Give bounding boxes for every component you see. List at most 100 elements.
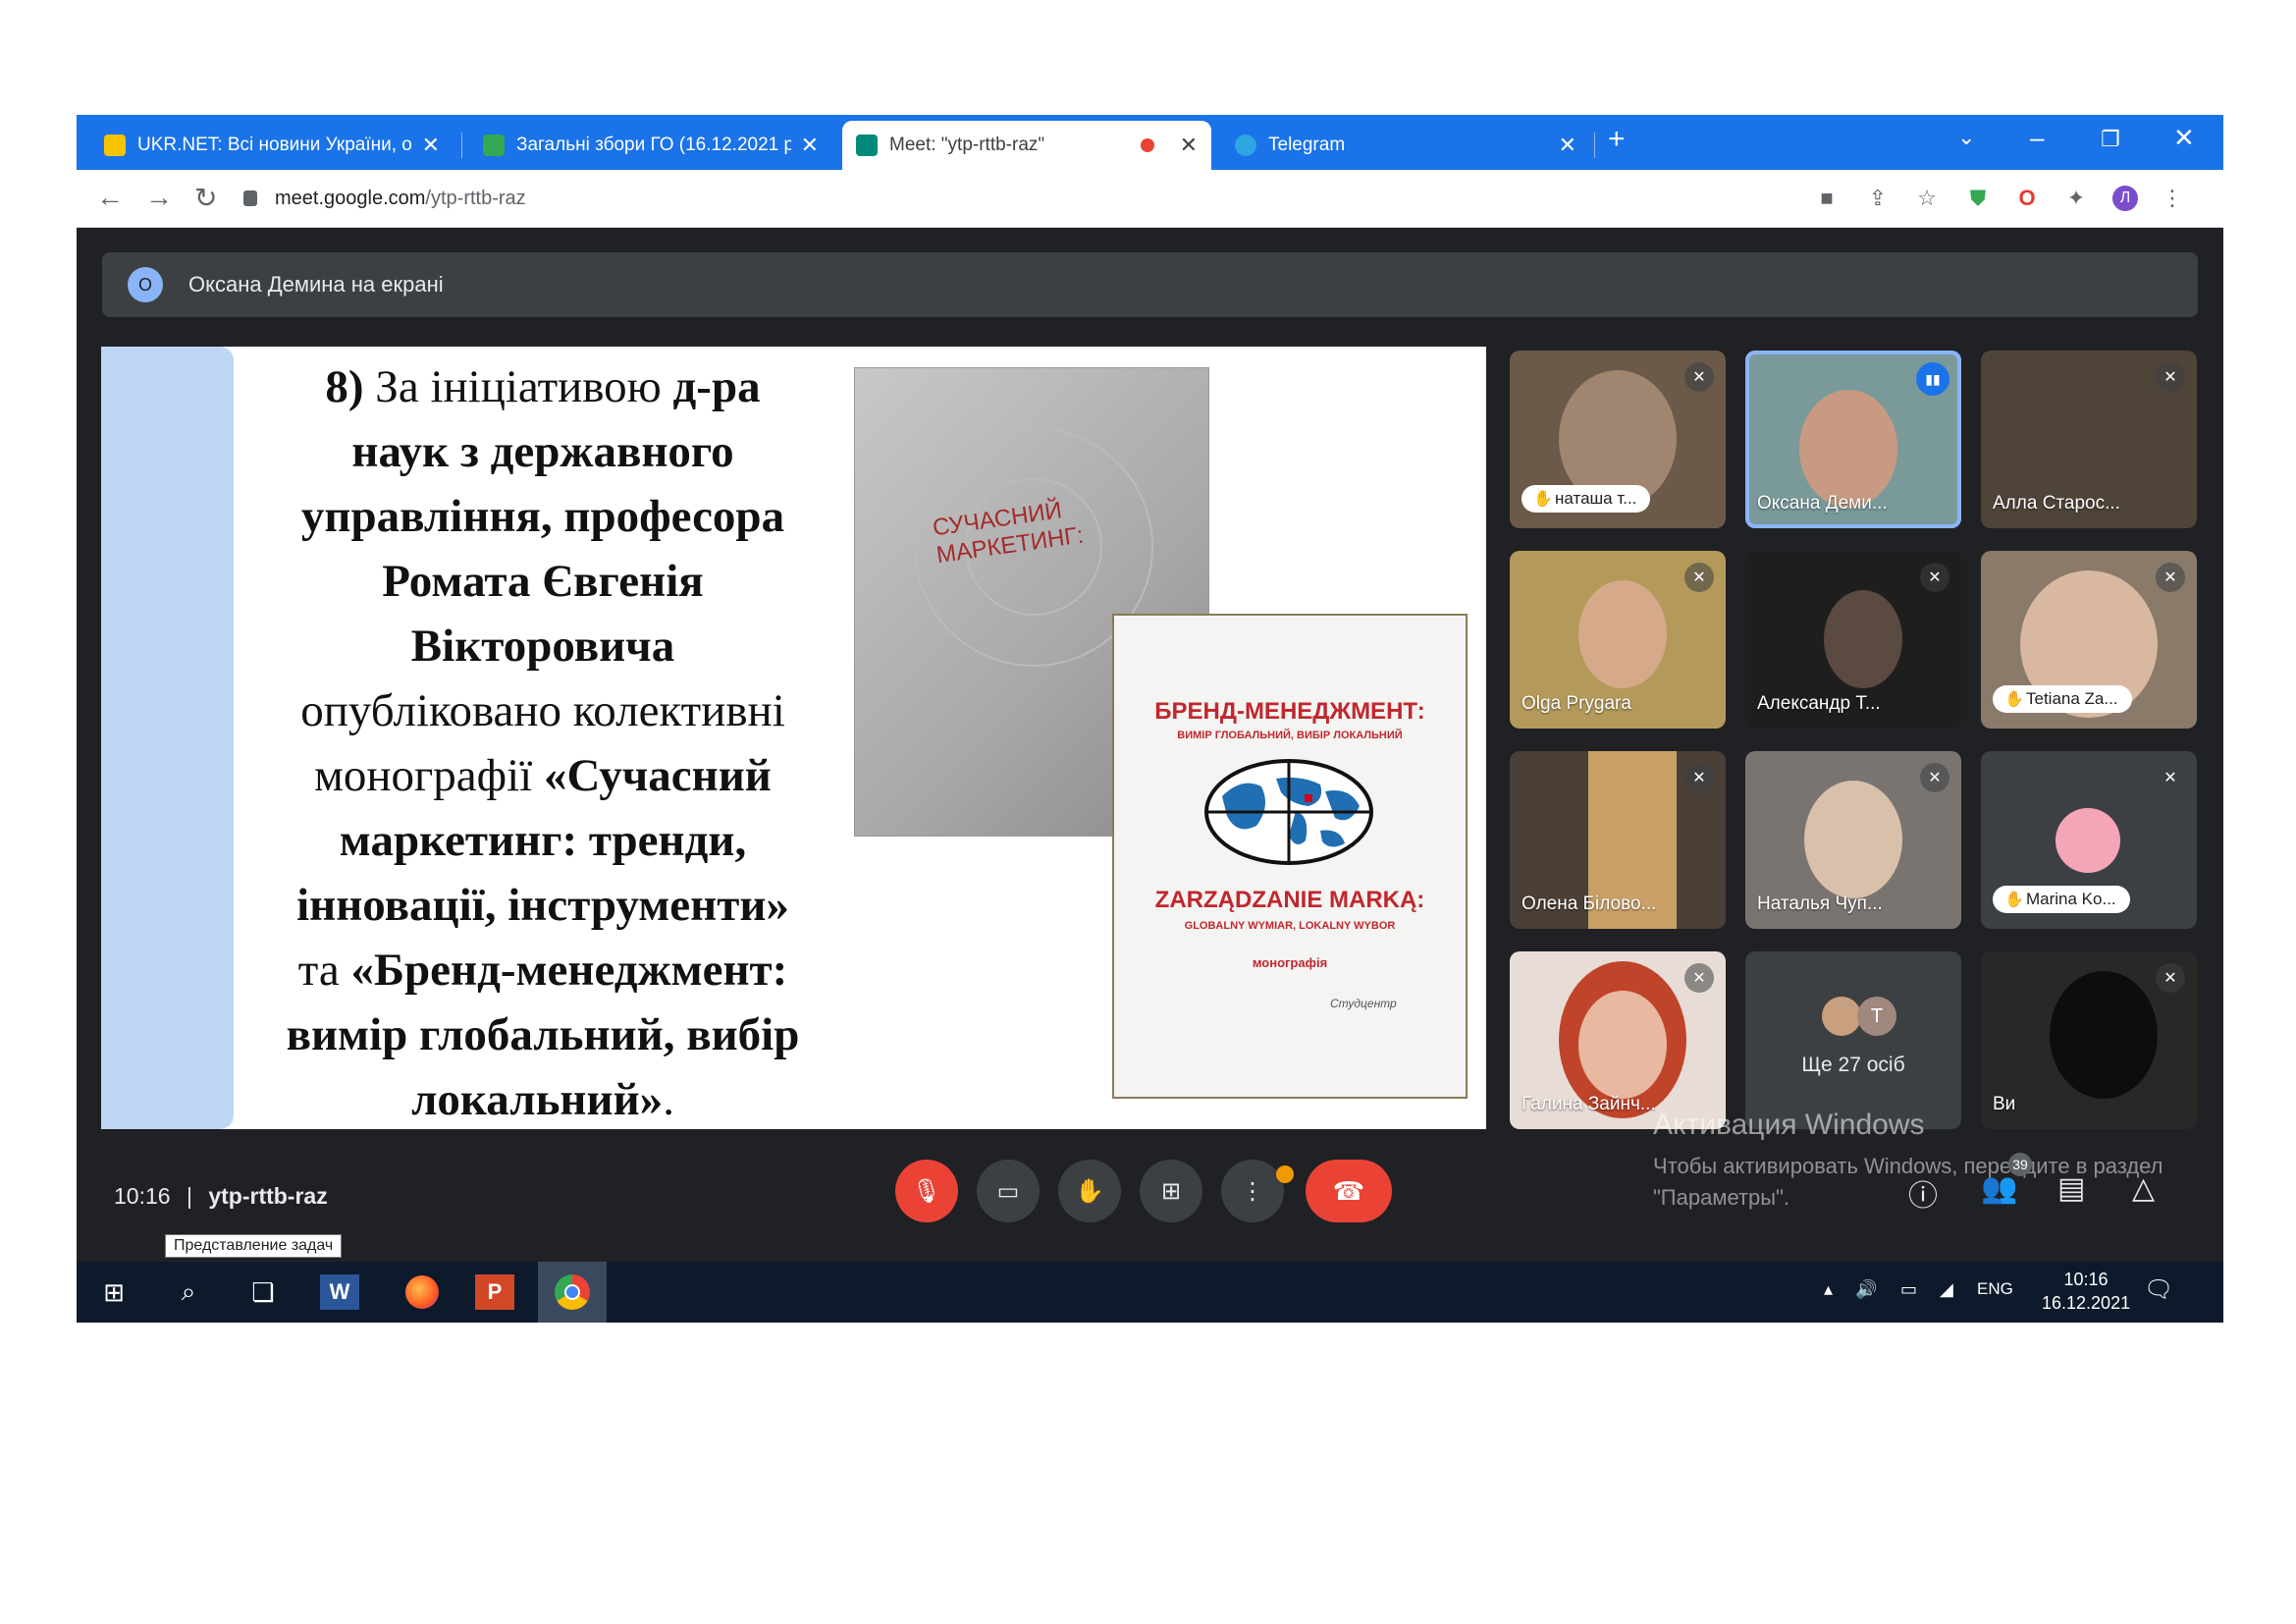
slide-text-line: 8) За ініціативою д-ра — [325, 361, 761, 412]
recording-dot-icon — [1140, 138, 1154, 152]
notifications-icon[interactable]: 🗨 — [2144, 1275, 2173, 1304]
close-tab-icon[interactable]: ✕ — [1180, 133, 1198, 158]
hang-up-icon: ☎ — [1332, 1175, 1365, 1206]
mic-off-icon: 🎙 — [911, 1177, 942, 1205]
avatar — [2056, 808, 2120, 873]
speaking-indicator-icon: ▮▮ — [1916, 362, 1949, 396]
menu-dots-icon[interactable]: ⋮ — [2160, 186, 2185, 211]
show-hidden-icons-icon[interactable]: ▴ — [1824, 1279, 1833, 1300]
camera-toggle-button[interactable]: ▭ — [977, 1160, 1040, 1222]
slide-text-line: наук з державного — [351, 426, 734, 477]
participant-tile[interactable]: ✕ Олена Білово... — [1510, 751, 1726, 929]
slide-text-line: монографії «Сучасний — [314, 750, 772, 801]
more-options-button[interactable]: ⋮ — [1221, 1160, 1284, 1222]
opera-extension-icon[interactable]: O — [2014, 186, 2040, 211]
raised-hand-icon: ✋ — [2004, 691, 2024, 708]
task-view-icon[interactable]: ❏ — [241, 1272, 285, 1313]
reload-icon[interactable]: ↻ — [194, 182, 217, 214]
participant-tile[interactable]: ✕ ✋ Marina Ko... — [1981, 751, 2197, 929]
ukrnet-favicon-icon — [104, 135, 126, 156]
slide-text-line: інновації, інструменти» — [296, 880, 789, 931]
participant-tile[interactable]: ✕ Александр Т... — [1745, 551, 1961, 729]
windows-start-icon[interactable]: ⊞ — [92, 1272, 135, 1313]
taskbar-clock[interactable]: 10:16 16.12.2021 — [2042, 1268, 2130, 1315]
slide-text-line: опубліковано колективні — [300, 685, 785, 736]
presenter-avatar: О — [128, 267, 163, 302]
forward-arrow-icon[interactable]: → — [145, 182, 173, 213]
restore-icon[interactable]: ❐ — [2101, 127, 2120, 152]
slides-favicon-icon — [483, 135, 505, 156]
profile-avatar[interactable]: Л — [2112, 186, 2138, 211]
tab-meet[interactable]: Meet: "ytp-rttb-raz" ✕ — [842, 121, 1211, 170]
language-indicator[interactable]: ENG — [1977, 1279, 2013, 1299]
raised-hand-icon: ✋ — [2004, 892, 2024, 908]
extensions-puzzle-icon[interactable]: ✦ — [2063, 186, 2089, 211]
participant-tile[interactable]: ✕ Галина Зайнч... — [1510, 951, 1726, 1129]
back-arrow-icon[interactable]: ← — [96, 182, 124, 213]
people-count-badge: 39 — [2008, 1153, 2032, 1176]
presentation-banner: О Оксана Демина на екрані — [102, 252, 2198, 317]
share-icon[interactable]: ⇪ — [1865, 186, 1891, 211]
participant-tile[interactable]: ✕ ✋ наташа т... — [1510, 351, 1726, 528]
participant-tile[interactable]: ✕ ✋ Tetiana Za... — [1981, 551, 2197, 729]
slide-text-line: вимір глобальний, вибір — [286, 1009, 800, 1060]
muted-mic-icon: ✕ — [1684, 963, 1714, 993]
minimize-icon[interactable]: – — [2030, 123, 2044, 153]
globe-logo-icon — [1204, 759, 1373, 865]
raise-hand-button[interactable]: ✋ — [1058, 1160, 1121, 1222]
bookmark-star-icon[interactable]: ☆ — [1914, 186, 1940, 211]
new-tab-button[interactable]: + — [1608, 123, 1626, 156]
close-tab-icon[interactable]: ✕ — [801, 133, 819, 158]
tab-search-chevron-icon[interactable]: ⌄ — [1957, 125, 1975, 150]
slide-text-line: локальний». — [411, 1074, 674, 1125]
camera-in-use-icon[interactable]: ■ — [1814, 186, 1840, 211]
mic-toggle-button[interactable]: 🎙 — [895, 1160, 958, 1222]
close-tab-icon[interactable]: ✕ — [1559, 133, 1576, 158]
leave-call-button[interactable]: ☎ — [1306, 1160, 1392, 1222]
firefox-icon[interactable] — [400, 1272, 444, 1313]
volume-icon[interactable]: 🔊 — [1855, 1279, 1877, 1300]
tab-telegram[interactable]: Telegram ✕ — [1221, 121, 1590, 170]
muted-mic-icon: ✕ — [1920, 563, 1949, 592]
meeting-details: 10:16 | ytp-rttb-raz — [114, 1183, 328, 1209]
avatar: Т — [1857, 997, 1896, 1036]
shield-extension-icon[interactable]: ⛊ — [1965, 186, 1991, 211]
tab-ukrnet[interactable]: UKR.NET: Всі новини України, о ✕ — [90, 121, 454, 170]
chat-icon[interactable]: ▤ — [2057, 1171, 2085, 1206]
participant-tile[interactable]: ✕ Наталья Чуп... — [1745, 751, 1961, 929]
avatar — [1822, 997, 1861, 1036]
battery-icon[interactable]: ▭ — [1900, 1279, 1917, 1300]
participant-tile[interactable]: ✕ Алла Старос... — [1981, 351, 2197, 528]
slide-text-line: маркетинг: тренди, — [339, 815, 747, 866]
search-icon[interactable]: ⌕ — [167, 1272, 210, 1313]
present-screen-icon: ⊞ — [1160, 1177, 1182, 1205]
muted-mic-icon: ✕ — [2156, 963, 2185, 993]
windows-activation-title: Активация Windows — [1653, 1109, 1925, 1141]
present-button[interactable]: ⊞ — [1140, 1160, 1202, 1222]
network-icon[interactable]: ◢ — [1940, 1279, 1953, 1300]
more-participants-tile[interactable]: Т Ще 27 осіб — [1745, 951, 1961, 1129]
powerpoint-icon[interactable]: P — [475, 1274, 514, 1310]
meeting-info-icon[interactable]: ⓘ — [1908, 1171, 1938, 1215]
activities-icon[interactable]: △ — [2132, 1171, 2155, 1206]
people-icon[interactable]: 👥 — [1981, 1171, 2017, 1206]
presenting-label: Оксана Демина на екрані — [188, 272, 444, 297]
address-bar[interactable]: meet.google.com/ytp-rttb-raz — [243, 180, 1873, 217]
muted-mic-icon: ✕ — [2156, 563, 2185, 592]
close-window-icon[interactable]: ✕ — [2173, 123, 2195, 153]
participant-tile-self[interactable]: ✕ Ви — [1981, 951, 2197, 1129]
telegram-favicon-icon — [1235, 135, 1256, 156]
tab-meeting-notes[interactable]: Загальні збори ГО (16.12.2021 р ✕ — [469, 121, 832, 170]
screen: UKR.NET: Всі новини України, о ✕ Загальн… — [77, 115, 2223, 1323]
close-tab-icon[interactable]: ✕ — [422, 133, 440, 158]
slide-text-line: Вікторовича — [410, 621, 675, 672]
meet-favicon-icon — [856, 135, 878, 156]
shared-slide: 8) За ініціативою д-ра наук з державного у… — [101, 347, 1486, 1129]
muted-mic-icon: ✕ — [2156, 763, 2185, 792]
participant-tile[interactable]: ▮▮ Оксана Деми... — [1745, 351, 1961, 528]
muted-mic-icon: ✕ — [2156, 362, 2185, 392]
chrome-icon[interactable] — [538, 1262, 607, 1323]
browser-toolbar: ← → ↻ meet.google.com/ytp-rttb-raz ■ ⇪ ☆… — [77, 170, 2223, 228]
participant-tile[interactable]: ✕ Olga Prygara — [1510, 551, 1726, 729]
word-icon[interactable]: W — [320, 1274, 359, 1310]
